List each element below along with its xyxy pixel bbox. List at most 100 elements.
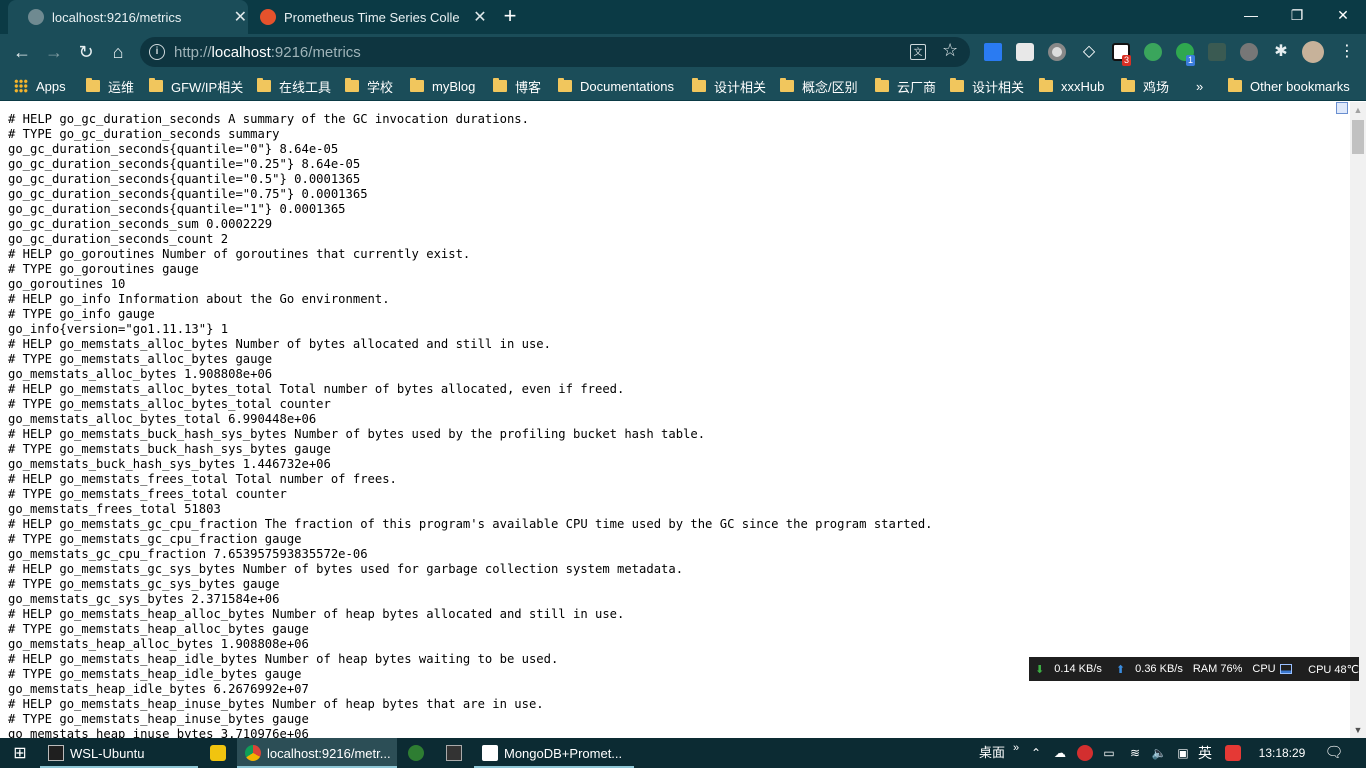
desktop-toolbar[interactable]: 桌面 — [974, 738, 1010, 768]
bookmark-apps[interactable]: Apps — [14, 77, 66, 95]
folder-icon — [86, 78, 100, 92]
taskbar: ⊞ WSL-Ubuntu localhost:9216/metr... Mong… — [0, 738, 1366, 768]
bookmark-folder[interactable]: 设计相关 — [950, 77, 1024, 95]
tray-battery-icon[interactable]: ▭ — [1098, 738, 1120, 768]
tray-sogou-icon[interactable] — [1222, 738, 1244, 768]
green-extension-icon[interactable] — [1144, 43, 1162, 61]
bookmarks-overflow-button[interactable]: » — [1196, 77, 1203, 95]
taskbar-item-label: MongoDB+Promet... — [504, 745, 623, 761]
bookmark-folder[interactable]: 云厂商 — [875, 77, 936, 95]
bookmark-label: Apps — [36, 78, 66, 94]
terminal-window-icon — [48, 745, 64, 761]
metrics-text: # HELP go_gc_duration_seconds A summary … — [8, 112, 933, 738]
tray-wifi-icon[interactable]: ≋ — [1124, 738, 1146, 768]
vertical-scrollbar[interactable]: ▲ ▼ — [1350, 102, 1366, 738]
page-extension-icon[interactable] — [1336, 102, 1348, 114]
notification-icon[interactable]: 🗨 — [1320, 738, 1348, 768]
taskbar-item-media[interactable] — [200, 738, 236, 768]
tab-metrics[interactable]: localhost:9216/metrics ✕ — [8, 0, 248, 34]
close-window-button[interactable]: ✕ — [1320, 0, 1366, 34]
windows-start-icon[interactable]: ⊞ — [0, 738, 40, 768]
site-info-icon[interactable]: i — [149, 44, 165, 60]
bookmarks-bar: Apps 运维 GFW/IP相关 在线工具 学校 myBlog 博客 Docum… — [0, 70, 1366, 101]
forward-button[interactable]: → — [42, 40, 66, 64]
network-monitor: ⬇ 0.14 KB/s ⬆ 0.36 KB/s RAM 76% CPU CPU … — [1029, 657, 1359, 681]
minimize-button[interactable]: — — [1228, 0, 1274, 34]
ime-indicator[interactable]: 英 — [1194, 738, 1216, 768]
new-tab-button[interactable]: + — [498, 4, 522, 28]
folder-icon — [410, 78, 424, 92]
tab-title: Prometheus Time Series Collec — [284, 9, 460, 25]
tray-expand-icon[interactable]: ⌃ — [1026, 738, 1046, 768]
tab-prometheus[interactable]: Prometheus Time Series Collec ✕ — [248, 0, 488, 34]
bookmark-folder[interactable]: 博客 — [493, 77, 541, 95]
trash-extension-icon[interactable] — [984, 43, 1002, 61]
clock[interactable]: 13:18:29 — [1250, 738, 1314, 768]
media-player-icon — [210, 745, 226, 761]
extension-badge: 3 — [1122, 55, 1132, 66]
taskbar-item-typora[interactable]: MongoDB+Promet... — [474, 738, 634, 768]
scroll-up-arrow-icon[interactable]: ▲ — [1350, 102, 1366, 118]
menu-dots-icon[interactable]: ⋮ — [1338, 43, 1356, 61]
bookmark-folder[interactable]: 运维 — [86, 77, 134, 95]
circle-extension-icon[interactable] — [1048, 43, 1066, 61]
close-tab-icon[interactable]: ✕ — [472, 7, 488, 27]
tray-image-icon[interactable]: ▣ — [1172, 738, 1194, 768]
bookmark-label: 设计相关 — [714, 79, 767, 95]
bookmark-folder[interactable]: Documentations — [558, 77, 674, 95]
bookmark-folder[interactable]: 鸡场 — [1121, 77, 1169, 95]
other-bookmarks[interactable]: Other bookmarks — [1228, 77, 1350, 95]
home-button[interactable]: ⌂ — [106, 40, 130, 64]
back-button[interactable]: ← — [10, 40, 34, 64]
taskbar-item-label: WSL-Ubuntu — [70, 745, 145, 761]
avatar[interactable] — [1302, 41, 1324, 63]
tab-strip: localhost:9216/metrics ✕ Prometheus Time… — [0, 0, 1366, 34]
bookmark-folder[interactable]: 在线工具 — [257, 77, 331, 95]
bookmark-label: 运维 — [108, 79, 135, 95]
folder-icon — [950, 78, 964, 92]
translate-icon[interactable]: 文 — [910, 44, 926, 60]
cpu-temperature: CPU 48℃ — [1308, 663, 1359, 676]
bookmark-folder[interactable]: 设计相关 — [692, 77, 766, 95]
taskbar-item-wsl[interactable]: WSL-Ubuntu — [40, 738, 198, 768]
restore-button[interactable]: ❐ — [1274, 0, 1320, 34]
tray-cloud-icon[interactable]: ☁ — [1050, 738, 1070, 768]
bookmark-star-icon[interactable]: ☆ — [942, 40, 958, 61]
scroll-thumb[interactable] — [1352, 120, 1364, 154]
cpu-graph — [1279, 664, 1293, 674]
bookmark-folder[interactable]: GFW/IP相关 — [149, 77, 243, 95]
bookmark-folder[interactable]: 学校 — [345, 77, 393, 95]
upload-arrow-icon: ⬆ — [1115, 663, 1126, 676]
taskbar-item-label: localhost:9216/metr... — [267, 745, 391, 761]
tray-vivaldi-icon[interactable] — [1074, 738, 1096, 768]
bookmark-folder[interactable]: xxxHub — [1039, 77, 1104, 95]
folder-icon — [493, 78, 507, 92]
taskbar-item-terminal[interactable] — [436, 738, 472, 768]
typora-icon — [482, 745, 498, 761]
url-text: http://localhost:9216/metrics — [174, 44, 361, 61]
console-icon — [446, 745, 462, 761]
bookmark-label: 设计相关 — [972, 79, 1025, 95]
bookmark-label: Other bookmarks — [1250, 78, 1350, 94]
reload-button[interactable]: ↻ — [74, 40, 98, 64]
folder-icon — [149, 78, 163, 92]
bookmark-label: 鸡场 — [1143, 79, 1170, 95]
puzzle-icon[interactable]: ✱ — [1272, 43, 1290, 61]
tray-volume-icon[interactable]: 🔈 — [1148, 738, 1170, 768]
bookmark-folder[interactable]: 概念/区别 — [780, 77, 858, 95]
taskbar-item-ie[interactable] — [398, 738, 434, 768]
taskbar-item-chrome[interactable]: localhost:9216/metr... — [237, 738, 397, 768]
folder-icon — [345, 78, 359, 92]
bookmark-folder[interactable]: myBlog — [410, 77, 475, 95]
gray-extension-icon[interactable] — [1208, 43, 1226, 61]
address-bar[interactable]: i http://localhost:9216/metrics 文 ☆ — [140, 37, 970, 67]
scroll-down-arrow-icon[interactable]: ▼ — [1350, 722, 1366, 738]
ninja-extension-icon[interactable] — [1016, 43, 1034, 61]
close-tab-icon[interactable]: ✕ — [233, 7, 248, 27]
upload-speed: 0.36 KB/s — [1135, 663, 1183, 675]
diamond-extension-icon[interactable]: ◇ — [1080, 43, 1098, 61]
bookmark-label: 学校 — [367, 79, 394, 95]
download-extension-icon[interactable] — [1240, 43, 1258, 61]
folder-icon — [780, 78, 794, 92]
toolbar-expand-icon[interactable]: » — [1010, 738, 1022, 768]
